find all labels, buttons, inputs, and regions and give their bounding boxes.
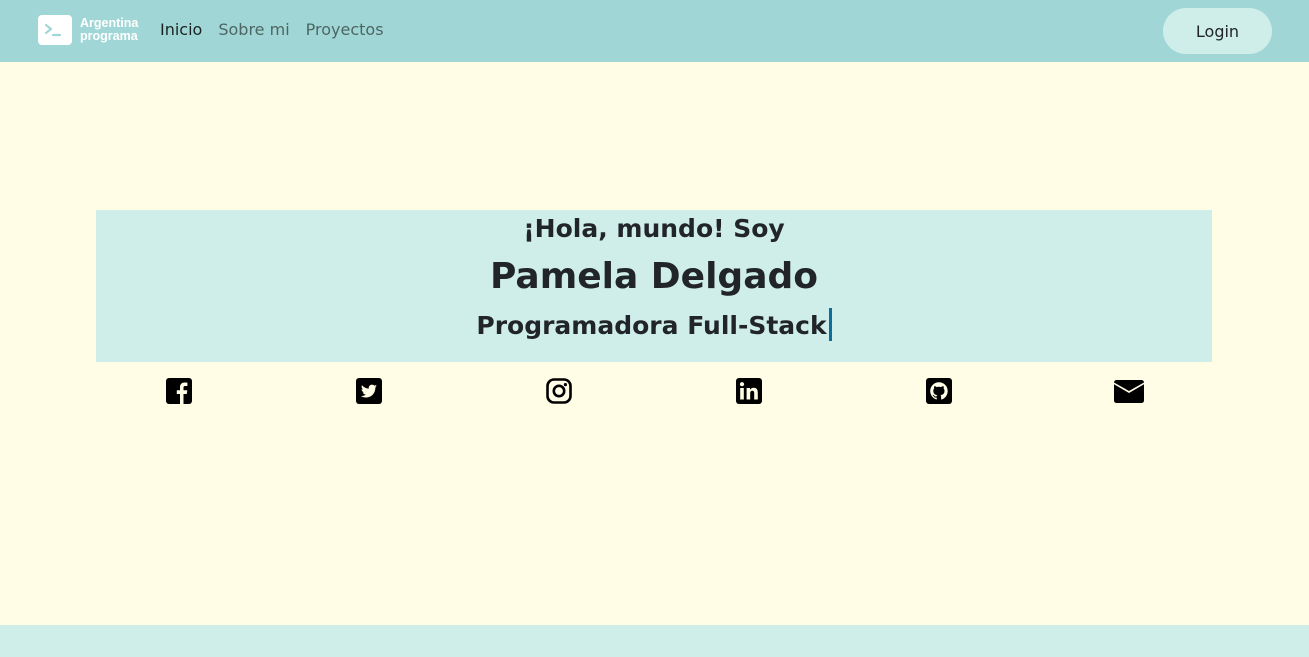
hero-role-line: Programadora Full-Stack — [96, 308, 1212, 343]
email-link[interactable] — [1114, 376, 1144, 406]
hero-role: Programadora Full-Stack — [476, 311, 827, 340]
twitter-icon — [356, 378, 382, 404]
linkedin-icon — [736, 378, 762, 404]
navbar: Argentina programa Inicio Sobre mi Proye… — [0, 0, 1309, 62]
facebook-link[interactable] — [164, 376, 194, 406]
nav-link-proyectos[interactable]: Proyectos — [306, 20, 384, 39]
typing-cursor — [828, 308, 832, 341]
github-icon — [926, 378, 952, 404]
envelope-icon — [1114, 379, 1144, 403]
brand-line-2: programa — [80, 29, 138, 43]
terminal-icon — [38, 15, 72, 45]
instagram-link[interactable] — [544, 376, 574, 406]
brand-logo[interactable]: Argentina programa — [38, 15, 138, 45]
twitter-link[interactable] — [354, 376, 384, 406]
instagram-icon — [546, 378, 572, 404]
linkedin-link[interactable] — [734, 376, 764, 406]
facebook-icon — [166, 378, 192, 404]
nav-links: Inicio Sobre mi Proyectos — [160, 20, 384, 39]
nav-link-inicio[interactable]: Inicio — [160, 20, 202, 39]
social-links — [96, 376, 1212, 406]
hero-name: Pamela Delgado — [489, 256, 818, 297]
login-button[interactable]: Login — [1163, 8, 1272, 54]
github-link[interactable] — [924, 376, 954, 406]
hero-greeting: ¡Hola, mundo! Soy — [523, 214, 785, 243]
hero-banner: ¡Hola, mundo! Soy Pamela Delgado Program… — [96, 210, 1212, 362]
nav-link-sobre-mi[interactable]: Sobre mi — [218, 20, 289, 39]
footer — [0, 625, 1309, 657]
brand-text: Argentina programa — [80, 17, 138, 43]
